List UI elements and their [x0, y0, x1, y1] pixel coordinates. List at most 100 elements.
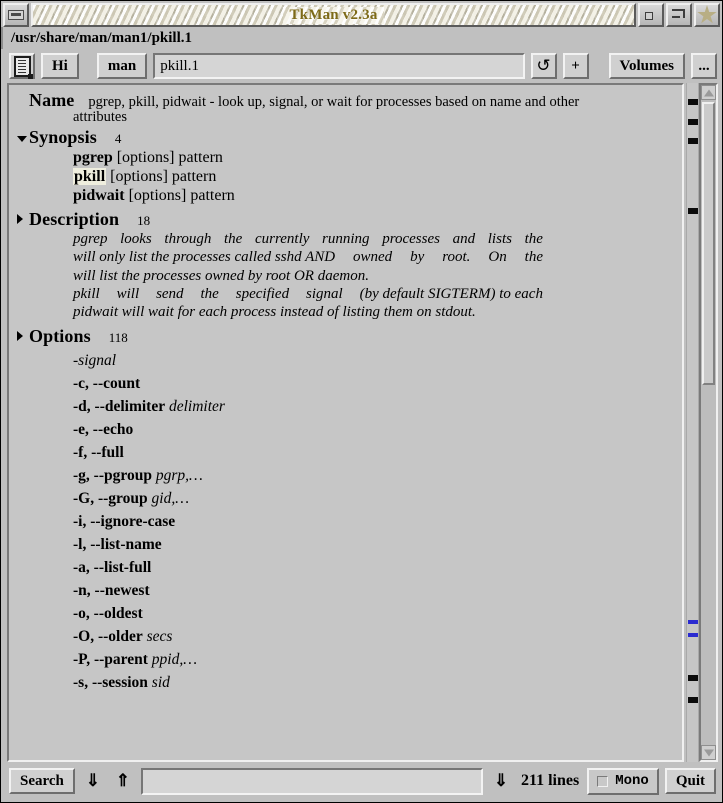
man-page-path: /usr/share/man/man1/pkill.1 — [11, 29, 193, 46]
mono-toggle[interactable]: Mono — [587, 767, 659, 795]
option-flags: -g, --pgroup — [73, 467, 152, 485]
scroll-down-arrow[interactable] — [701, 745, 716, 760]
gutter-marker[interactable] — [688, 697, 698, 703]
minimize-button[interactable] — [638, 3, 664, 27]
scroll-up-arrow[interactable] — [701, 85, 716, 100]
option-item[interactable]: -e, --echo — [17, 422, 678, 438]
synopsis-lines: pgrep [options] pattern pkill [options] … — [17, 148, 678, 204]
option-item[interactable]: -c, --count — [17, 376, 678, 392]
checkbox-icon[interactable] — [597, 775, 609, 787]
chevron-right-icon[interactable] — [17, 329, 28, 345]
list-item: pidwait [options] pattern — [17, 186, 678, 204]
option-item[interactable]: -G, --group gid,… — [17, 491, 678, 507]
gutter-marker[interactable] — [688, 208, 698, 214]
option-item[interactable]: -s, --session sid — [17, 675, 678, 691]
path-bar: /usr/share/man/man1/pkill.1 — [1, 27, 722, 49]
maximize-button[interactable] — [666, 3, 692, 27]
search-entry-dropdown-button[interactable]: ⇓ — [489, 771, 513, 791]
option-item[interactable]: -O, --older secs — [17, 629, 678, 645]
description-word: lists — [487, 231, 512, 247]
document-button[interactable] — [9, 53, 35, 79]
status-bar: Search ⇓ ⇑ ⇓ 211 lines Mono Quit — [1, 762, 722, 802]
reload-button[interactable]: ↺ — [530, 53, 557, 79]
gutter-marker[interactable] — [688, 138, 698, 144]
search-button[interactable]: Search — [9, 768, 75, 794]
man-button[interactable]: man — [96, 53, 148, 79]
volumes-button[interactable]: Volumes — [608, 53, 685, 79]
window-menu-button[interactable] — [3, 3, 29, 27]
vertical-scrollbar[interactable] — [699, 83, 718, 762]
option-flags: -d, --delimiter — [73, 398, 166, 416]
section-name-body: pgrep, pkill, pidwait - look up, signal,… — [88, 94, 580, 110]
list-item: pkill [options] pattern — [17, 167, 678, 185]
title-bar: TkMan v2.3a — [1, 1, 722, 27]
marker-column[interactable] — [686, 83, 699, 762]
search-next-button[interactable]: ⇓ — [81, 771, 105, 791]
section-options-header[interactable]: Options 118 — [17, 327, 678, 346]
tkman-window: TkMan v2.3a /usr/share/man/man1/pkill.1 … — [0, 0, 723, 803]
option-item[interactable]: -P, --parent ppid,… — [17, 652, 678, 668]
option-flags: -o, --oldest — [73, 605, 143, 623]
section-name-title: Name — [29, 90, 75, 110]
description-body: pgrep looks through the currently running proc… — [17, 230, 543, 321]
more-options-button[interactable]: ... — [691, 53, 717, 79]
option-argument: sid — [147, 674, 170, 692]
description-word: will only list the processes called sshd… — [73, 249, 336, 266]
scrollbar-thumb[interactable] — [702, 102, 715, 385]
option-item[interactable]: -i, --ignore-case — [17, 514, 678, 530]
section-synopsis-title: Synopsis — [29, 127, 97, 147]
chevron-right-icon[interactable] — [17, 212, 28, 228]
description-word: through — [164, 231, 212, 247]
description-line: pkill will send the specified signal (by defau… — [73, 285, 543, 303]
window-title-area: TkMan v2.3a — [31, 3, 636, 27]
section-synopsis-header[interactable]: Synopsis 4 — [17, 128, 678, 147]
gutter-marker[interactable] — [688, 633, 698, 637]
synopsis-cmd: pgrep — [73, 148, 113, 166]
option-item[interactable]: -o, --oldest — [17, 606, 678, 622]
section-description-count: 18 — [137, 212, 151, 228]
section-options-title: Options — [29, 326, 91, 347]
option-flags: -O, --older — [73, 628, 143, 646]
main-area: Name pgrep, pkill, pidwait - look up, si… — [1, 83, 722, 762]
gutter-marker[interactable] — [688, 99, 698, 105]
window-menu-icon — [8, 10, 24, 20]
synopsis-rest: [options] pattern — [124, 186, 235, 204]
gutter-marker[interactable] — [688, 620, 698, 624]
options-list: -signal -c, --count -d, --delimiter delimi… — [17, 353, 678, 691]
description-word: the — [524, 231, 543, 247]
synopsis-cmd: pidwait — [73, 186, 125, 204]
gutter-marker[interactable] — [688, 119, 698, 125]
option-item[interactable]: -n, --newest — [17, 583, 678, 599]
option-item[interactable]: -l, --list-name — [17, 537, 678, 553]
option-argument: pgrp,… — [151, 467, 203, 485]
option-item[interactable]: -signal — [17, 353, 678, 369]
section-description-header[interactable]: Description 18 — [17, 210, 678, 229]
option-item[interactable]: -g, --pgroup pgrp,… — [17, 468, 678, 484]
close-button[interactable] — [694, 3, 720, 27]
search-prev-button[interactable]: ⇑ — [111, 771, 135, 791]
description-word: owned — [353, 249, 393, 266]
description-word: and — [452, 231, 476, 247]
gutter-marker[interactable] — [688, 675, 698, 681]
manpage-text-pane[interactable]: Name pgrep, pkill, pidwait - look up, si… — [7, 83, 684, 762]
add-button[interactable]: + — [562, 53, 589, 79]
history-button[interactable]: Hi — [41, 53, 79, 79]
chevron-down-icon[interactable] — [17, 130, 28, 146]
description-line: will only list the processes called sshd… — [73, 248, 543, 266]
description-word: root. — [442, 249, 471, 266]
search-input[interactable] — [140, 767, 483, 795]
synopsis-cmd-highlighted: pkill — [73, 167, 107, 185]
option-argument: gid,… — [147, 490, 189, 508]
option-item[interactable]: -d, --delimiter delimiter — [17, 399, 678, 415]
manpage-input[interactable]: pkill.1 — [153, 53, 525, 79]
option-flags: -l, --list-name — [73, 536, 162, 554]
right-gutter — [684, 83, 718, 762]
option-item[interactable]: -a, --list-full — [17, 560, 678, 576]
window-title: TkMan v2.3a — [283, 6, 384, 24]
option-flags: -c, --count — [73, 375, 141, 393]
description-word: by — [410, 249, 425, 266]
option-item[interactable]: -f, --full — [17, 445, 678, 461]
description-word: pkill — [73, 285, 100, 302]
list-item: pgrep [options] pattern — [17, 148, 678, 166]
quit-button[interactable]: Quit — [664, 768, 716, 794]
